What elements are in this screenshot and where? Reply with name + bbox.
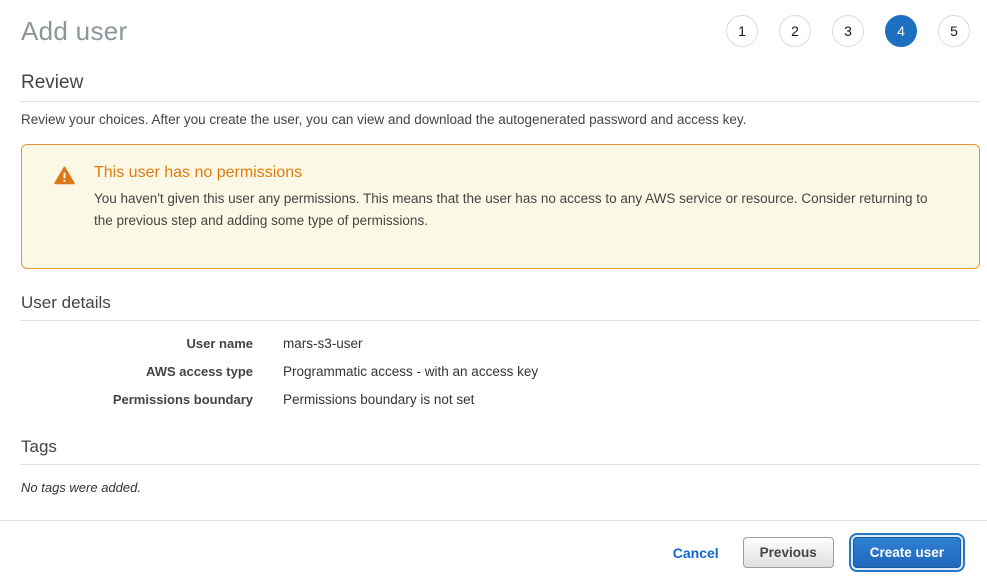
warning-body: You haven't given this user any permissi… [94, 188, 949, 232]
step-4[interactable]: 4 [885, 15, 917, 47]
step-5[interactable]: 5 [938, 15, 970, 47]
review-heading: Review [21, 72, 980, 94]
detail-value: mars-s3-user [283, 336, 363, 351]
detail-value: Permissions boundary is not set [283, 392, 474, 407]
detail-row: Permissions boundary Permissions boundary… [21, 392, 980, 407]
review-description: Review your choices. After you create th… [21, 112, 980, 127]
tags-heading: Tags [21, 437, 980, 457]
tags-divider [21, 464, 980, 465]
tags-section: Tags No tags were added. [21, 437, 980, 495]
user-details-heading: User details [21, 293, 980, 313]
review-divider [21, 101, 980, 102]
detail-label: User name [21, 336, 253, 351]
user-details-rows: User name mars-s3-user AWS access type Prog… [21, 336, 980, 407]
wizard-header: Add user 12345 [0, 0, 987, 47]
detail-row: AWS access type Programmatic access - wit… [21, 364, 980, 379]
previous-button[interactable]: Previous [743, 537, 834, 568]
user-details-divider [21, 320, 980, 321]
user-details-section: User details User name mars-s3-user AWS ac… [21, 293, 980, 407]
detail-label: Permissions boundary [21, 392, 253, 407]
main-content: Review Review your choices. After you cr… [0, 72, 987, 495]
step-1[interactable]: 1 [726, 15, 758, 47]
warning-triangle-icon [54, 164, 75, 190]
step-2[interactable]: 2 [779, 15, 811, 47]
page-title: Add user [21, 16, 726, 47]
warning-title: This user has no permissions [94, 164, 949, 182]
tags-empty-message: No tags were added. [21, 480, 980, 495]
step-3[interactable]: 3 [832, 15, 864, 47]
create-user-button[interactable]: Create user [853, 537, 961, 568]
detail-row: User name mars-s3-user [21, 336, 980, 351]
no-permissions-warning: This user has no permissions You haven't… [21, 144, 980, 269]
wizard-footer: Cancel Previous Create user [0, 520, 987, 573]
detail-value: Programmatic access - with an access key [283, 364, 538, 379]
cancel-link[interactable]: Cancel [673, 545, 719, 561]
step-indicator: 12345 [726, 15, 970, 47]
warning-content: This user has no permissions You haven't… [94, 164, 949, 232]
detail-label: AWS access type [21, 364, 253, 379]
